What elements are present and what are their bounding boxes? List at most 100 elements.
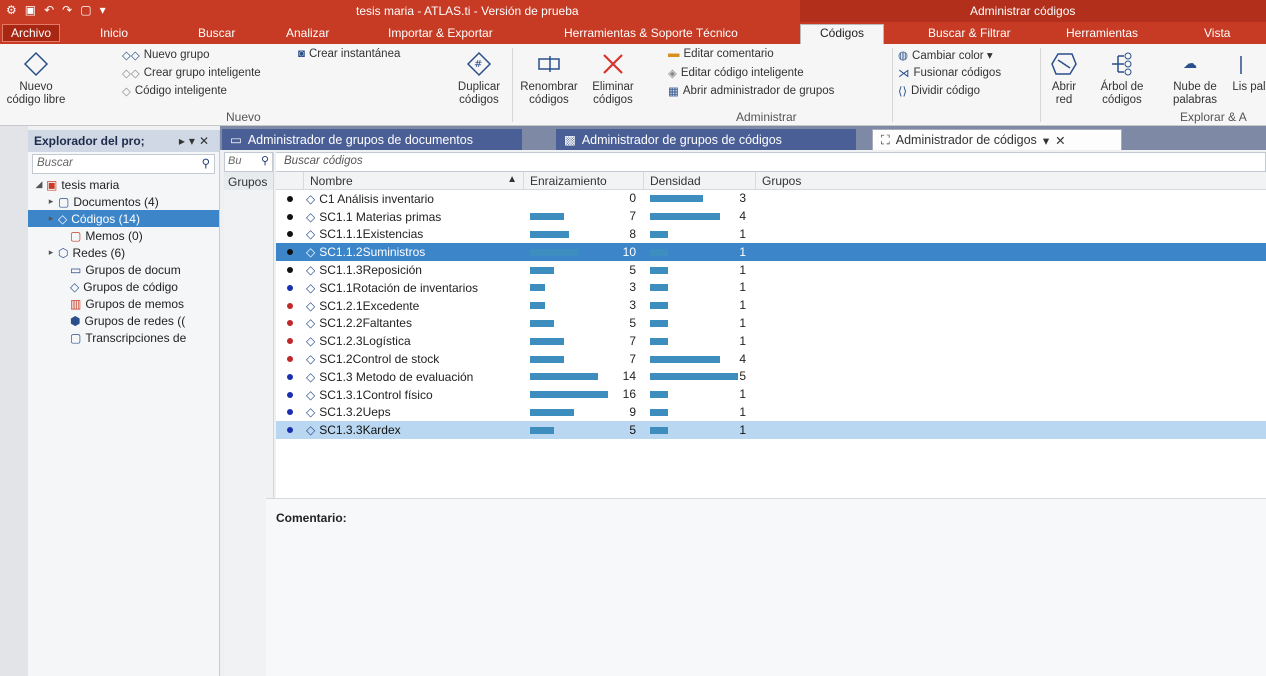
table-row[interactable]: ◇ SC1.2.3Logística 7 1	[276, 332, 1266, 350]
code-color-cell	[276, 356, 304, 363]
tab-archivo[interactable]: Archivo	[2, 24, 61, 42]
expand-arrow-icon[interactable]: ▸	[46, 247, 56, 258]
column-header-groundedness[interactable]: Enraizamiento	[524, 171, 644, 190]
tree-item[interactable]: ▭ Grupos de docum	[28, 261, 219, 278]
table-row[interactable]: ◇ SC1.1Rotación de inventarios 3 1	[276, 279, 1266, 297]
table-row[interactable]: ◇ SC1.2Control de stock 7 4	[276, 350, 1266, 368]
density-cell: 1	[644, 422, 756, 439]
split-code-button[interactable]: ⟨⟩ Dividir código	[898, 84, 980, 98]
code-search-input[interactable]: Buscar códigos	[276, 152, 1266, 172]
table-row[interactable]: ◇ SC1.1 Materias primas 7 4	[276, 208, 1266, 226]
customize-toolbar-icon[interactable]: ▾	[100, 3, 106, 17]
expand-arrow-icon[interactable]: ◢	[34, 179, 44, 190]
expand-arrow-icon[interactable]: ▸	[46, 213, 56, 224]
tab-inicio[interactable]: Inicio	[92, 25, 136, 41]
table-row[interactable]: ◇ SC1.3.3Kardex 5 1	[276, 421, 1266, 440]
open-group-manager-button[interactable]: ▦ Abrir administrador de grupos	[668, 84, 834, 98]
tab-herramientas[interactable]: Herramientas	[1058, 25, 1146, 41]
create-snapshot-button[interactable]: ◙ Crear instantánea	[298, 48, 400, 60]
tree-item[interactable]: ▢ Memos (0)	[28, 227, 219, 244]
groundedness-bar	[530, 319, 554, 327]
tree-item-label: Grupos de memos	[85, 296, 185, 311]
tree-item[interactable]: ◇ Grupos de código	[28, 278, 219, 295]
code-color-cell	[276, 249, 304, 256]
tab-vista[interactable]: Vista	[1196, 25, 1238, 41]
close-icon[interactable]: ✕	[1055, 133, 1065, 148]
tab-document-group-manager[interactable]: ▭ Administrador de grupos de documentos	[222, 129, 522, 150]
word-list-button[interactable]: Lis pal	[1232, 50, 1266, 94]
tree-item[interactable]: ▢ Transcripciones de	[28, 329, 219, 346]
snapshot-icon: ◙	[298, 48, 305, 60]
duplicate-codes-button[interactable]: # Duplicar códigos	[450, 50, 508, 107]
open-network-button[interactable]: Abrir red	[1044, 50, 1084, 107]
table-row[interactable]: ◇ SC1.2.1Excedente 3 1	[276, 297, 1266, 315]
code-color-dot	[287, 231, 293, 238]
tree-item[interactable]: ▥ Grupos de memos	[28, 295, 219, 312]
groundedness-bar	[530, 302, 545, 310]
code-tree-button[interactable]: Árbol de códigos	[1090, 50, 1154, 107]
collapsed-side-panel[interactable]	[0, 126, 28, 676]
delete-codes-button[interactable]: Eliminar códigos	[584, 50, 642, 107]
comment-pane[interactable]: Comentario:	[266, 498, 1266, 676]
tab-importar-exportar[interactable]: Importar & Exportar	[380, 25, 501, 41]
code-name: SC1.1.1Existencias	[319, 227, 424, 242]
tab-herramientas-soporte[interactable]: Herramientas & Soporte Técnico	[556, 25, 746, 41]
tree-item[interactable]: ⬢ Grupos de redes ((	[28, 312, 219, 329]
table-row[interactable]: ◇ SC1.3.1Control físico 16 1	[276, 386, 1266, 404]
table-row[interactable]: ◇ SC1.2.2Faltantes 5 1	[276, 315, 1266, 333]
tree-item[interactable]: ▸ ▢ Documentos (4)	[28, 193, 219, 210]
search-icon[interactable]: ⚲	[261, 154, 269, 167]
tree-item[interactable]: ▸ ◇ Códigos (14)	[28, 210, 219, 227]
table-row[interactable]: ◇ SC1.1.3Reposición 5 1	[276, 261, 1266, 279]
edit-comment-button[interactable]: ▬ Editar comentario	[668, 48, 774, 60]
table-row[interactable]: ◇ SC1.3 Metodo de evaluación 14 5	[276, 368, 1266, 386]
edit-smart-code-button[interactable]: ◈ Editar código inteligente	[668, 66, 804, 80]
groundedness-value: 3	[629, 280, 636, 295]
new-group-button[interactable]: ◇◇ Nuevo grupo	[122, 48, 210, 62]
code-name-cell: ◇ SC1.2.3Logística	[304, 334, 524, 348]
rename-codes-button[interactable]: Renombrar códigos	[516, 50, 582, 107]
create-smart-group-label: Crear grupo inteligente	[143, 67, 261, 79]
column-header-groups[interactable]: Grupos	[756, 172, 1266, 190]
groundedness-bar	[530, 230, 569, 238]
table-row[interactable]: ◇ SC1.1.2Suministros 10 1	[276, 243, 1266, 262]
explorer-controls[interactable]: ▸▾✕	[179, 134, 213, 148]
expand-arrow-icon[interactable]: ▸	[46, 196, 56, 207]
undo-icon[interactable]: ↶	[44, 3, 54, 17]
tab-analizar[interactable]: Analizar	[278, 25, 337, 41]
window-icon[interactable]: ▢	[80, 3, 91, 17]
save-icon[interactable]: ▣	[25, 3, 36, 17]
table-row[interactable]: ◇ SC1.3.2Ueps 9 1	[276, 404, 1266, 422]
tree-item-label: Memos (0)	[85, 228, 143, 243]
table-row[interactable]: ◇ C1 Análisis inventario 0 3	[276, 190, 1266, 208]
groundedness-value: 16	[622, 387, 636, 402]
groups-search-input[interactable]: Bu ⚲	[224, 152, 273, 172]
new-free-code-button[interactable]: Nuevo código libre	[4, 50, 68, 107]
density-bar	[650, 230, 668, 238]
table-row[interactable]: ◇ SC1.1.1Existencias 8 1	[276, 226, 1266, 244]
tab-menu-icon[interactable]: ▾	[1043, 133, 1049, 148]
split-code-label: Dividir código	[910, 85, 981, 97]
smart-code-button[interactable]: ◇ Código inteligente	[122, 84, 227, 98]
code-group-icon: ▩	[564, 133, 576, 147]
groundedness-cell: 7	[524, 333, 644, 350]
explorer-search-input[interactable]: Buscar ⚲	[32, 154, 215, 174]
tab-code-group-manager[interactable]: ▩ Administrador de grupos de códigos	[556, 129, 856, 150]
column-header-density[interactable]: Densidad	[644, 171, 756, 190]
tab-code-manager[interactable]: ⛶ Administrador de códigos ▾ ✕	[872, 129, 1122, 150]
redo-icon[interactable]: ↷	[62, 3, 72, 17]
merge-codes-button[interactable]: ⋊ Fusionar códigos	[898, 66, 1001, 80]
tab-buscar-filtrar[interactable]: Buscar & Filtrar	[920, 25, 1019, 41]
tree-item[interactable]: ▸ ⬡ Redes (6)	[28, 244, 219, 261]
word-cloud-button[interactable]: ☁ Nube de palabras	[1166, 50, 1224, 107]
tab-buscar[interactable]: Buscar	[190, 25, 243, 41]
tab-codigos[interactable]: Códigos	[800, 24, 884, 44]
tree-item[interactable]: ◢ ▣ tesis maria	[28, 176, 219, 193]
code-diamond-icon: ◇	[306, 191, 316, 206]
change-color-button[interactable]: ◍ Cambiar color ▾	[898, 48, 993, 62]
code-color-dot	[287, 373, 293, 380]
column-header-name[interactable]: Nombre ▲	[304, 171, 524, 190]
create-smart-group-button[interactable]: ◇◇ Crear grupo inteligente	[122, 66, 261, 80]
density-value: 4	[739, 351, 746, 366]
search-icon[interactable]: ⚲	[202, 156, 210, 170]
